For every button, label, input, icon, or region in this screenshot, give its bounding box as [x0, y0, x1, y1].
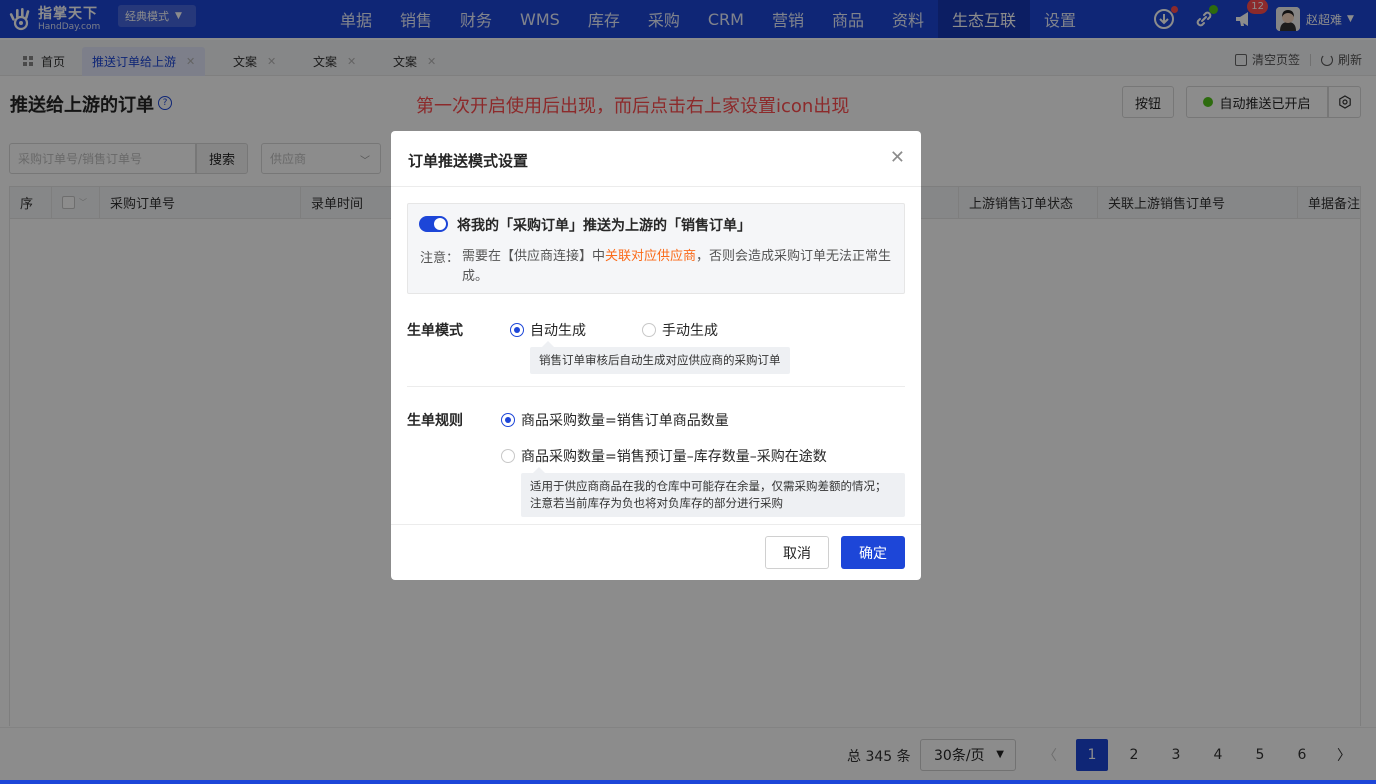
close-icon[interactable]: ✕ — [890, 149, 905, 167]
radio-unchecked-icon — [501, 449, 515, 463]
divider — [407, 386, 905, 387]
rule-tip-line-2: 注意若当前库存为负也将对负库存的部分进行采购 — [530, 496, 783, 510]
push-toggle-switch[interactable] — [419, 216, 448, 232]
note-text-before: 需要在【供应商连接】中 — [462, 249, 606, 264]
radio-unchecked-icon — [642, 323, 656, 337]
mode-tooltip: 销售订单审核后自动生成对应供应商的采购订单 — [530, 341, 790, 374]
bottom-accent-bar — [0, 780, 1376, 784]
link-supplier[interactable]: 关联对应供应商 — [605, 249, 696, 264]
radio-label: 手动生成 — [662, 323, 718, 339]
radio-label: 商品采购数量=销售预订量–库存数量–采购在途数 — [521, 449, 827, 465]
push-mode-settings-dialog: 订单推送模式设置 ✕ 将我的「采购订单」推送为上游的「销售订单」 注意： 需要在… — [391, 131, 921, 580]
rule-row-label: 生单规则 — [407, 413, 463, 429]
divider — [391, 186, 921, 187]
radio-label: 自动生成 — [530, 323, 586, 339]
confirm-button[interactable]: 确定 — [841, 536, 905, 569]
radio-checked-icon — [510, 323, 524, 337]
push-toggle-label: 将我的「采购订单」推送为上游的「销售订单」 — [457, 218, 751, 234]
radio-manual-generate[interactable]: 手动生成 — [642, 320, 718, 340]
rule-tip-line-1: 适用于供应商商品在我的仓库中可能存在余量，仅需采购差额的情况； — [530, 479, 887, 493]
note-prefix: 注意： — [420, 251, 460, 266]
note-text: 需要在【供应商连接】中关联对应供应商，否则会造成采购订单无法正常生成。 — [462, 247, 892, 287]
radio-auto-generate[interactable]: 自动生成 — [510, 320, 586, 340]
divider — [391, 524, 921, 525]
radio-rule-order-qty[interactable]: 商品采购数量=销售订单商品数量 — [501, 410, 729, 430]
radio-label: 商品采购数量=销售订单商品数量 — [521, 413, 729, 429]
push-switch-panel: 将我的「采购订单」推送为上游的「销售订单」 注意： 需要在【供应商连接】中关联对… — [407, 203, 905, 294]
mode-row-label: 生单模式 — [407, 323, 463, 339]
dialog-title: 订单推送模式设置 — [408, 152, 529, 170]
radio-checked-icon — [501, 413, 515, 427]
rule-tooltip: 适用于供应商商品在我的仓库中可能存在余量，仅需采购差额的情况； 注意若当前库存为… — [521, 467, 905, 517]
radio-rule-net-qty[interactable]: 商品采购数量=销售预订量–库存数量–采购在途数 — [501, 446, 827, 466]
cancel-button[interactable]: 取消 — [765, 536, 829, 569]
